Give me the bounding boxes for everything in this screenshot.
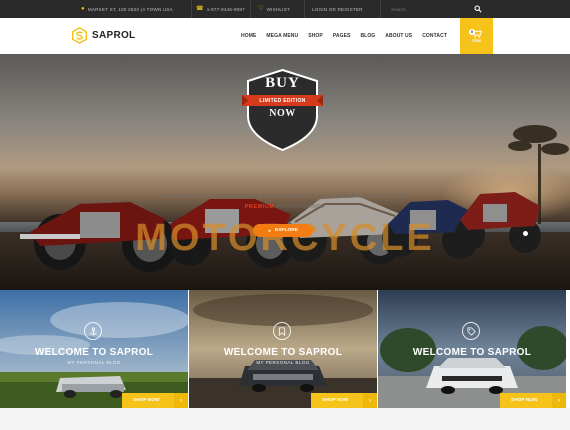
chevron-right-icon: › [174,393,188,408]
promo-card[interactable]: WELCOME TO SAPROL MY PERSONAL BLOG SHOP … [189,290,377,408]
tags-icon [466,326,476,336]
shop-now-label: SHOP NOW [133,398,160,403]
nav-item-about-us[interactable]: ABOUT US [380,33,417,39]
card-icon [462,322,480,340]
logo-text: SAPROL [92,30,136,41]
phone-text: 1-877-8445-9087 [206,6,245,12]
main-nav: HOME MEGA MENU SHOP PAGES BLOG ABOUT US … [236,18,452,54]
card-subtitle: MY PERSONAL BLOG [256,360,310,365]
shop-now-button[interactable]: SHOP NOW › [122,393,188,408]
search-box [386,0,492,18]
card-icon [273,322,291,340]
top-bar: ● MARKET ST, 100 2633 (A TOWN USA ☎ 1-87… [0,0,570,18]
login-label: LOGIN OR REGISTER [312,6,363,12]
address-text: MARKET ST, 100 2633 (A TOWN USA [87,6,173,12]
site-logo[interactable]: SAPROL [71,27,135,44]
cart-count-badge: 0 [469,29,475,35]
limited-edition-badge: BUY LIMITED EDITION NOW [245,68,320,150]
hero-slider: BUY LIMITED EDITION NOW INTRODUCING A MO… [0,54,570,290]
search-input[interactable] [386,0,468,18]
hero-premium-line: PREMIUM PERFORMANCE [0,204,570,210]
nav-item-home[interactable]: HOME [236,33,261,39]
anchor-icon [89,326,97,335]
card-title: WELCOME TO SAPROL [412,347,532,358]
shop-now-button[interactable]: SHOP NOW › [500,393,566,408]
card-icon [84,322,102,340]
shop-now-button[interactable]: SHOP NOW › [311,393,377,408]
cart-button[interactable]: 0 ITEM [460,18,493,54]
wishlist-link[interactable]: ♡ WISHLIST [258,0,290,18]
nav-item-mega-menu[interactable]: MEGA MENU [261,33,303,39]
cart-label: ITEM [472,39,481,43]
login-link[interactable]: LOGIN OR REGISTER [312,0,363,18]
hero-highlight: PREMIUM [244,204,275,210]
logo-hexagon-icon [72,27,87,44]
phone-info: ☎ 1-877-8445-9087 [196,0,245,18]
page-bottom-strip [0,408,570,430]
hero-intro-text: INTRODUCING A MOTORCYCLE SO ADVANCED IT … [163,194,407,200]
address-info: ● MARKET ST, 100 2633 (A TOWN USA [81,0,173,18]
slider-dot[interactable] [523,231,528,236]
badge-now-text: NOW [269,108,296,119]
phone-icon: ☎ [196,6,204,12]
nav-item-contact[interactable]: CONTACT [417,33,452,39]
search-icon[interactable] [474,5,482,13]
hero-intro-end: PERFORMANCE [276,204,326,210]
promo-cards: WELCOME TO SAPROL MY PERSONAL BLOG SHOP … [0,290,570,408]
card-subtitle: MY PERSONAL BLOG [67,360,121,365]
divider [380,0,381,18]
divider [304,0,305,18]
nav-item-blog[interactable]: BLOG [355,33,380,39]
shop-now-label: SHOP NOW [322,398,349,403]
promo-card[interactable]: WELCOME TO SAPROL SHOP NOW › [378,290,566,408]
heart-icon: ♡ [258,6,264,12]
bookmark-icon [278,326,286,336]
divider [191,0,192,18]
nav-item-pages[interactable]: PAGES [328,33,356,39]
badge-buy-text: BUY [265,75,300,91]
chevron-right-icon: › [552,393,566,408]
card-title: WELCOME TO SAPROL [34,347,154,358]
card-title: WELCOME TO SAPROL [223,347,343,358]
explore-label: EXPLORE [275,228,298,233]
play-icon: ► [268,228,273,233]
main-header: SAPROL HOME MEGA MENU SHOP PAGES BLOG AB… [0,18,570,54]
shop-now-label: SHOP NOW [511,398,538,403]
chevron-right-icon: › [363,393,377,408]
promo-card[interactable]: WELCOME TO SAPROL MY PERSONAL BLOG SHOP … [0,290,188,408]
map-pin-icon: ● [81,6,85,12]
divider [250,0,251,18]
wishlist-label: WISHLIST [266,6,290,12]
badge-ribbon-text: LIMITED EDITION [259,98,306,104]
explore-button[interactable]: ► EXPLORE [253,224,313,237]
nav-item-shop[interactable]: SHOP [303,33,328,39]
